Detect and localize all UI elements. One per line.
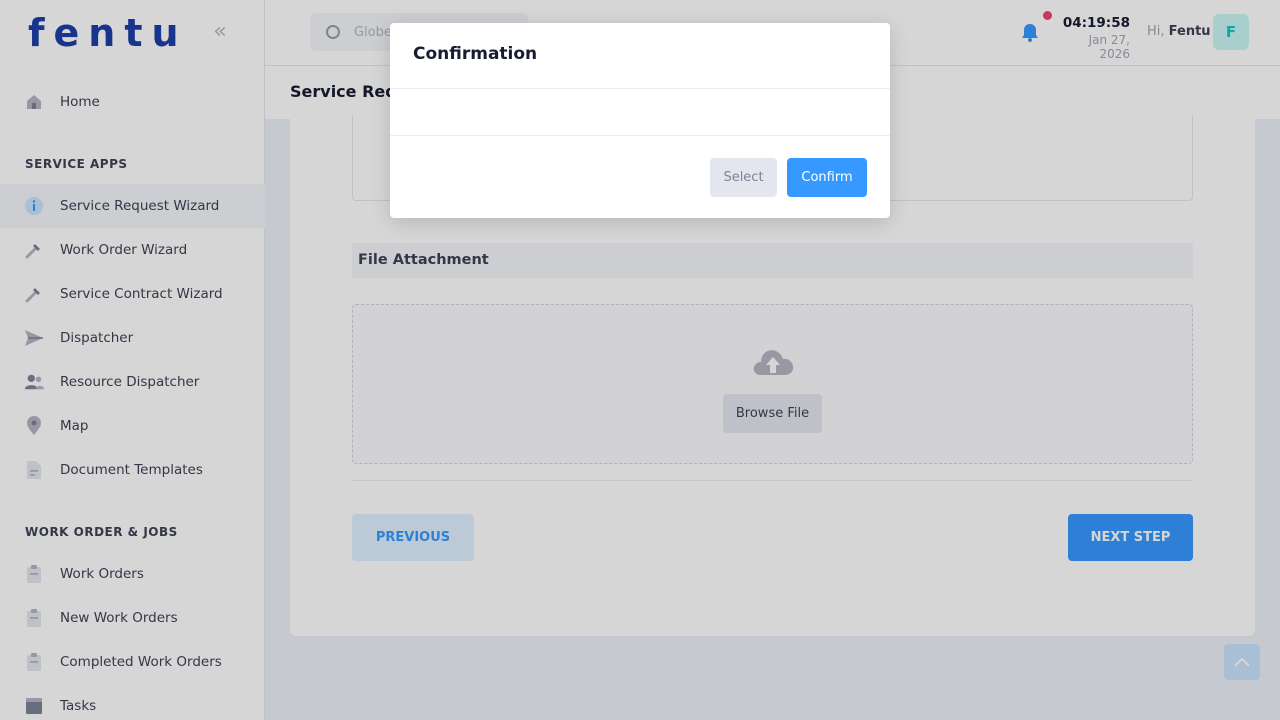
modal-title: Confirmation [390, 23, 890, 89]
confirm-button[interactable]: Confirm [787, 158, 867, 197]
modal-body [390, 89, 890, 136]
modal-footer: Select Confirm [390, 136, 890, 216]
confirmation-modal: Confirmation Select Confirm [390, 23, 890, 218]
select-button[interactable]: Select [710, 158, 777, 197]
